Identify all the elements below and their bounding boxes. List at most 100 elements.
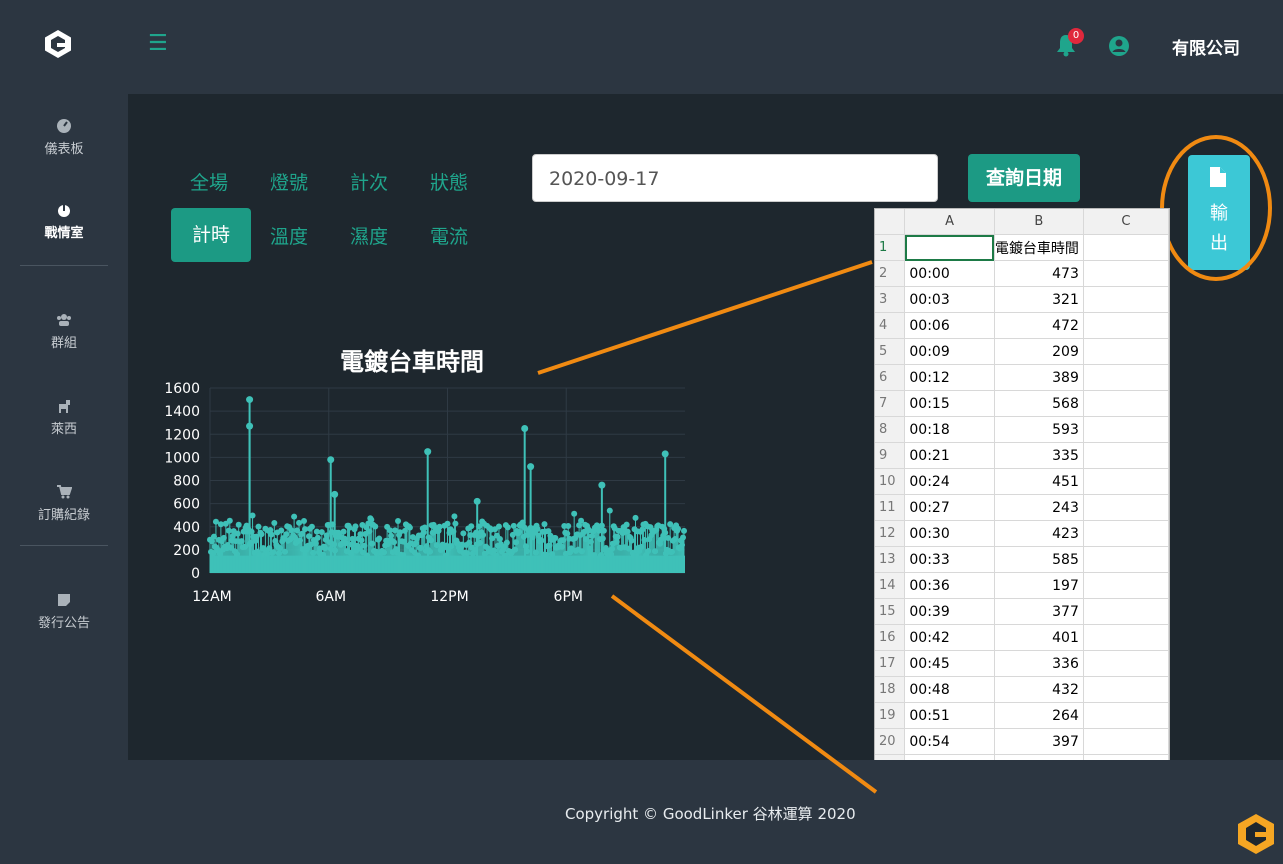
chart-title: 電鍍台車時間 xyxy=(340,348,484,376)
y-tick-label: 200 xyxy=(173,543,200,559)
cell-time: 00:33 xyxy=(904,546,995,573)
row-number: 12 xyxy=(875,520,906,547)
notification-badge: 0 xyxy=(1068,28,1084,44)
cell-empty xyxy=(1083,650,1169,677)
sidebar-item-group[interactable]: 群組 xyxy=(0,312,128,351)
tab-timing[interactable]: 計時 xyxy=(171,208,251,262)
chart-point xyxy=(681,527,688,534)
sidebar-item-orders[interactable]: 訂購紀錄 xyxy=(0,484,128,523)
chart-peak-point xyxy=(527,463,535,471)
row-number: 18 xyxy=(875,676,906,703)
company-name[interactable]: 有限公司 xyxy=(1172,34,1240,59)
cell-empty xyxy=(1083,260,1169,287)
sidebar-item-dog[interactable]: 萊西 xyxy=(0,398,128,437)
timing-chart: 0 200 400 600 800 1000 1200 1400 1600 12AM 6AM 12PM… xyxy=(164,381,688,605)
chart-point xyxy=(235,521,242,528)
tab-status[interactable]: 狀態 xyxy=(430,168,468,195)
row-number: 14 xyxy=(875,572,906,599)
tab-light[interactable]: 燈號 xyxy=(270,168,308,195)
spreadsheet-row: 6 00:12 389 xyxy=(875,364,1169,391)
x-tick-label: 6PM xyxy=(554,589,583,605)
tab-humidity[interactable]: 濕度 xyxy=(350,222,388,249)
cell-empty xyxy=(1083,624,1169,651)
chart-point xyxy=(369,540,376,547)
cell-value: 472 xyxy=(994,312,1084,339)
tab-current[interactable]: 電流 xyxy=(430,222,468,249)
goodlinker-logo[interactable] xyxy=(42,28,74,60)
spreadsheet-row: 17 00:45 336 xyxy=(875,650,1169,677)
x-tick-label: 12AM xyxy=(192,589,231,605)
spreadsheet-table: A B C 1 電鍍台車時間 2 00:00 473 3 00:03 321 4 00:06 4… xyxy=(875,209,1169,855)
cell-empty xyxy=(1083,598,1169,625)
sidebar-item-dashboard[interactable]: 儀表板 xyxy=(0,118,128,157)
chart-point xyxy=(624,528,631,535)
cell-value: 397 xyxy=(994,728,1084,755)
chart-point xyxy=(271,519,278,526)
chart-point xyxy=(340,528,347,535)
chart-point xyxy=(234,530,241,537)
spreadsheet-row: 8 00:18 593 xyxy=(875,416,1169,443)
cell-empty xyxy=(1083,572,1169,599)
cell-time: 00:24 xyxy=(904,468,995,495)
cell-time: 00:27 xyxy=(904,494,995,521)
sidebar-item-announcements[interactable]: 發行公告 xyxy=(0,592,128,631)
chart-peak-point xyxy=(598,481,606,489)
cell-time: 00:21 xyxy=(904,442,995,469)
tab-temperature[interactable]: 溫度 xyxy=(270,222,308,249)
date-input[interactable]: 2020-09-17 xyxy=(532,154,938,202)
chart-point xyxy=(305,533,312,540)
cell-value: 389 xyxy=(994,364,1084,391)
cell-empty xyxy=(1083,390,1169,417)
chart-point xyxy=(564,530,571,537)
row-number: 20 xyxy=(875,728,906,755)
spreadsheet-row: 11 00:27 243 xyxy=(875,494,1169,521)
chart-point xyxy=(460,530,467,537)
y-tick-label: 1200 xyxy=(164,427,200,443)
chart-point xyxy=(571,510,578,517)
cell-value: 243 xyxy=(994,494,1084,521)
chart-peak-point xyxy=(246,422,254,430)
chart-point xyxy=(291,513,298,520)
group-icon xyxy=(57,314,71,326)
chart-peak-point xyxy=(521,424,529,432)
cell-value: 197 xyxy=(994,572,1084,599)
chart-peak-point xyxy=(246,396,254,404)
chart-point xyxy=(268,531,275,538)
cell-a1 xyxy=(904,234,995,261)
cell-time: 00:48 xyxy=(904,676,995,703)
chart-point xyxy=(614,533,621,540)
row-number: 10 xyxy=(875,468,906,495)
row-number: 17 xyxy=(875,650,906,677)
user-icon[interactable] xyxy=(1108,35,1130,57)
query-date-button[interactable]: 查詢日期 xyxy=(968,154,1080,202)
menu-toggle-icon[interactable]: ☰ xyxy=(148,33,168,55)
dog-icon xyxy=(59,400,70,413)
cell-empty xyxy=(1083,728,1169,755)
column-header-c: C xyxy=(1083,209,1169,235)
tab-count[interactable]: 計次 xyxy=(350,168,388,195)
copyright-text: Copyright © GoodLinker 谷林運算 2020 xyxy=(565,805,856,823)
chart-point xyxy=(565,523,572,530)
spreadsheet-row: 7 00:15 568 xyxy=(875,390,1169,417)
sidebar-item-war-room[interactable]: 戰情室 xyxy=(0,202,128,241)
cell-value: 336 xyxy=(994,650,1084,677)
chart-point xyxy=(510,522,517,529)
tab-overall[interactable]: 全場 xyxy=(190,168,228,195)
row-number: 13 xyxy=(875,546,906,573)
spreadsheet-row: 16 00:42 401 xyxy=(875,624,1169,651)
spreadsheet-header-row: A B C xyxy=(875,209,1169,235)
cell-time: 00:15 xyxy=(904,390,995,417)
chart-point xyxy=(632,514,639,521)
cell-empty xyxy=(1083,520,1169,547)
sidebar-item-label: 群組 xyxy=(50,336,77,351)
top-bar xyxy=(0,0,1283,94)
chart-point xyxy=(352,523,359,530)
cell-time: 00:39 xyxy=(904,598,995,625)
cell-value: 585 xyxy=(994,546,1084,573)
chart-point xyxy=(318,529,325,536)
cell-empty xyxy=(1083,286,1169,313)
chart-point xyxy=(495,523,502,530)
column-header-a: A xyxy=(904,209,995,235)
sidebar-divider xyxy=(20,265,108,266)
cell-time: 00:42 xyxy=(904,624,995,651)
